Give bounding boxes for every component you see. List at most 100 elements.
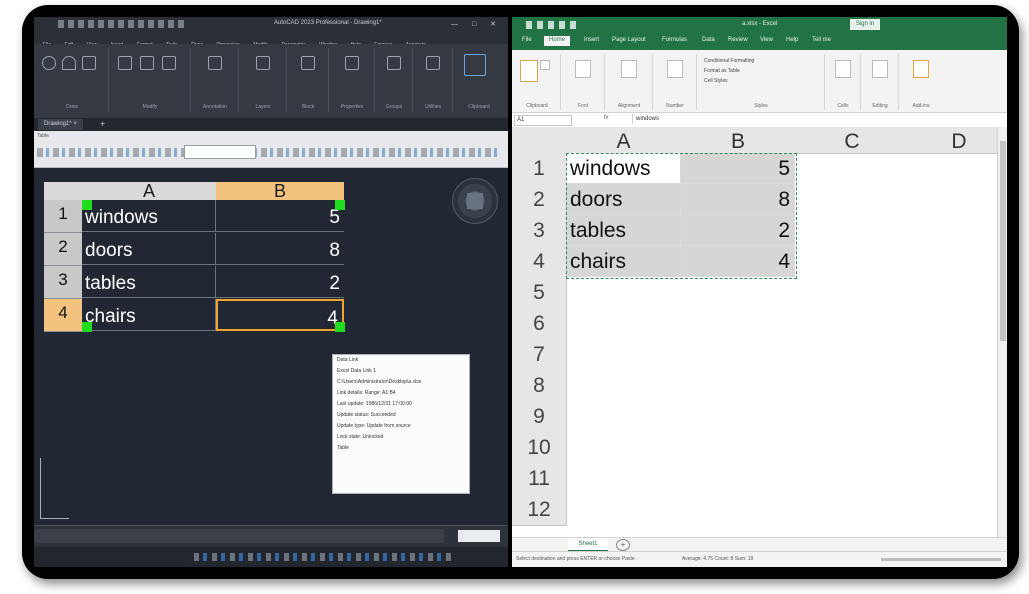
find-icon[interactable]: [872, 60, 888, 78]
arc-icon[interactable]: [62, 56, 76, 70]
column-header-c[interactable]: C: [795, 127, 910, 154]
sign-in-button[interactable]: Sign in: [850, 19, 880, 30]
table-grip[interactable]: [82, 322, 92, 332]
cell-b1[interactable]: 5: [681, 153, 795, 184]
formula-input[interactable]: windows: [632, 114, 996, 124]
table-cell[interactable]: 8: [216, 233, 344, 265]
copy-icon[interactable]: [140, 56, 154, 70]
layers-icon[interactable]: [256, 56, 270, 70]
table-cell[interactable]: doors: [82, 233, 216, 265]
cell-a4[interactable]: chairs: [566, 246, 681, 277]
group-icon[interactable]: [387, 56, 401, 70]
column-header-a[interactable]: A: [566, 127, 682, 154]
cut-icon[interactable]: [540, 60, 550, 70]
vertical-scrollbar[interactable]: [997, 127, 1007, 537]
tab-drawing1[interactable]: Drawing1* ×: [38, 119, 83, 130]
table-cell[interactable]: 2: [216, 266, 344, 298]
cell-b3[interactable]: 2: [681, 215, 795, 246]
name-box[interactable]: A1: [514, 115, 572, 126]
tab-formulas[interactable]: Formulas: [662, 37, 687, 43]
tell-me-search[interactable]: Tell me: [812, 37, 831, 43]
row-header[interactable]: 3: [512, 215, 567, 247]
table-grip[interactable]: [335, 322, 345, 332]
tab-review[interactable]: Review: [728, 37, 748, 43]
cell-b2[interactable]: 8: [681, 184, 795, 215]
tab-home[interactable]: Home: [544, 36, 571, 46]
cell-b4[interactable]: 4: [681, 246, 795, 277]
cell-styles-button[interactable]: Cell Styles: [704, 78, 728, 84]
cells-icon[interactable]: [835, 60, 851, 78]
trim-icon[interactable]: [162, 56, 176, 70]
fx-icon[interactable]: fx: [604, 115, 609, 121]
conditional-formatting-button[interactable]: Conditional Formatting: [704, 58, 754, 64]
circle-icon[interactable]: [42, 56, 56, 70]
quick-access-toolbar[interactable]: [526, 21, 580, 29]
row-header[interactable]: 6: [512, 308, 567, 340]
cell-a2[interactable]: doors: [566, 184, 681, 215]
table-cell[interactable]: 5: [216, 200, 344, 232]
table-cell[interactable]: tables: [82, 266, 216, 298]
format-as-table-button[interactable]: Format as Table: [704, 68, 740, 74]
block-icon[interactable]: [301, 56, 315, 70]
quick-access-toolbar[interactable]: [58, 20, 188, 28]
move-icon[interactable]: [118, 56, 132, 70]
row-header[interactable]: 2: [512, 184, 567, 216]
row-header[interactable]: 1: [512, 153, 567, 185]
tooltip-line: Excel Data Link 1: [337, 368, 376, 374]
add-sheet-button[interactable]: +: [616, 539, 630, 551]
drawing-canvas[interactable]: A B 1 windows 5 2 doors 8 3 tables 2 4 c…: [34, 168, 508, 525]
row-header[interactable]: 7: [512, 339, 567, 371]
row-header[interactable]: 12: [512, 494, 567, 526]
new-tab-button[interactable]: +: [100, 118, 105, 131]
font-icon[interactable]: [575, 60, 591, 78]
row-header[interactable]: 4: [512, 246, 567, 278]
zoom-slider[interactable]: [881, 558, 1001, 561]
row-header[interactable]: 10: [512, 432, 567, 464]
select-all-corner[interactable]: [512, 127, 567, 154]
percent-icon[interactable]: [667, 60, 683, 78]
table-grip[interactable]: [335, 200, 345, 210]
line-icon[interactable]: [82, 56, 96, 70]
tab-view[interactable]: View: [760, 37, 773, 43]
window-controls[interactable]: — □ ✕: [451, 20, 502, 28]
command-input[interactable]: [34, 529, 444, 543]
table-tool-icons[interactable]: [37, 148, 497, 157]
scrollbar-thumb[interactable]: [1000, 141, 1006, 341]
table-grip[interactable]: [82, 200, 92, 210]
row-header[interactable]: 11: [512, 463, 567, 495]
cell-style-dropdown[interactable]: [184, 145, 256, 159]
tab-help[interactable]: Help: [786, 37, 798, 43]
text-icon[interactable]: [208, 56, 222, 70]
column-header-d[interactable]: D: [909, 127, 997, 154]
properties-icon[interactable]: [345, 56, 359, 70]
row-header[interactable]: 5: [512, 277, 567, 309]
worksheet-grid[interactable]: A B C D 1 2 3 4 5 6 7 8 9 10 11 12 windo…: [512, 127, 997, 537]
alignment-icon[interactable]: [621, 60, 637, 78]
status-toggle-icons[interactable]: [194, 553, 454, 561]
column-header-b[interactable]: B: [216, 182, 344, 200]
selected-table-cell[interactable]: 4: [216, 299, 344, 331]
paste-icon[interactable]: [520, 60, 538, 82]
column-header-b[interactable]: B: [681, 127, 796, 154]
row-number[interactable]: 1: [44, 200, 82, 233]
table-cell[interactable]: windows: [82, 200, 216, 232]
tab-page-layout[interactable]: Page Layout: [612, 37, 646, 43]
row-number[interactable]: 2: [44, 233, 82, 266]
row-number[interactable]: 3: [44, 266, 82, 299]
tab-insert[interactable]: Insert: [584, 37, 599, 43]
sheet-tab-sheet1[interactable]: Sheet1: [568, 538, 608, 552]
cell-a3[interactable]: tables: [566, 215, 681, 246]
row-header[interactable]: 8: [512, 370, 567, 402]
measure-icon[interactable]: [426, 56, 440, 70]
tab-data[interactable]: Data: [702, 37, 715, 43]
row-header[interactable]: 9: [512, 401, 567, 433]
column-header-a[interactable]: A: [82, 182, 217, 200]
command-options[interactable]: [458, 530, 500, 542]
tab-file[interactable]: File: [522, 37, 532, 43]
paste-icon[interactable]: [464, 54, 486, 76]
table-cell[interactable]: chairs: [82, 299, 216, 331]
row-number[interactable]: 4: [44, 299, 82, 332]
add-ins-icon[interactable]: [913, 60, 929, 78]
viewcube-icon[interactable]: [452, 178, 498, 224]
cell-a1[interactable]: windows: [566, 153, 681, 184]
